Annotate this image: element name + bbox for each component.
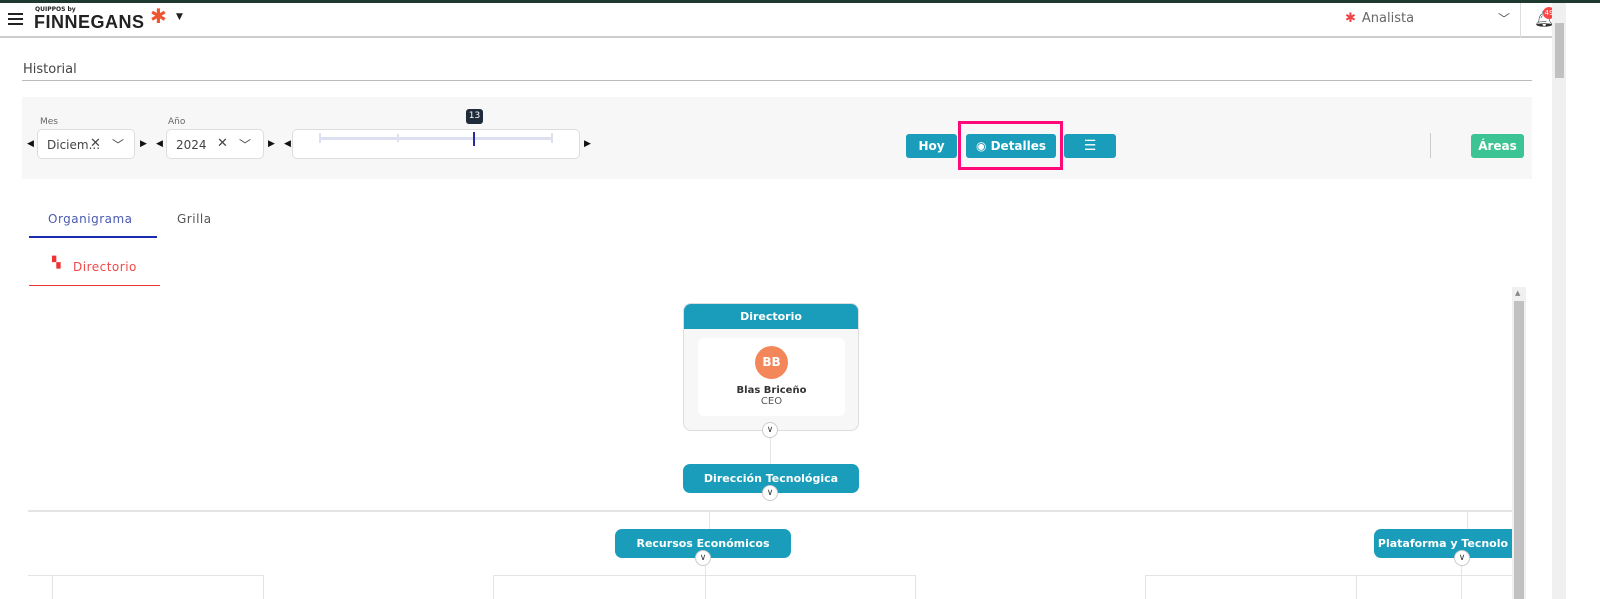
- title-divider: [22, 80, 1532, 81]
- expand-chevron-icon[interactable]: ∨: [762, 422, 778, 438]
- avatar: BB: [755, 346, 788, 379]
- active-tab-indicator: [29, 236, 157, 238]
- breadcrumb-directorio[interactable]: Directorio: [73, 260, 137, 274]
- role-label: Analista: [1361, 11, 1415, 26]
- next-year-icon[interactable]: ▶: [268, 139, 275, 149]
- month-select[interactable]: Diciem... ✕ ﹀: [37, 129, 135, 159]
- prev-slider-icon[interactable]: ◀: [284, 139, 291, 149]
- breadcrumb-underline: [29, 285, 160, 286]
- next-month-icon[interactable]: ▶: [140, 139, 147, 149]
- today-button[interactable]: Hoy: [906, 134, 957, 158]
- prev-year-icon[interactable]: ◀: [156, 139, 163, 149]
- expand-chevron-icon[interactable]: ∨: [695, 550, 711, 566]
- org-node-directorio[interactable]: Directorio BB Blas Briceño CEO: [683, 303, 859, 431]
- hamburger-menu-icon[interactable]: [8, 13, 23, 25]
- prev-month-icon[interactable]: ◀: [27, 139, 34, 149]
- logo[interactable]: FINNEGANS: [34, 12, 145, 33]
- org-node-plataforma-tecnologia[interactable]: Plataforma y Tecnolo: [1374, 529, 1512, 558]
- node-title: Directorio: [684, 304, 858, 329]
- year-select[interactable]: 2024 ✕ ﹀: [166, 129, 264, 159]
- caret-down-icon[interactable]: ▼: [176, 12, 183, 22]
- page-scrollbar[interactable]: [1552, 3, 1566, 599]
- person-role: CEO: [760, 396, 783, 407]
- person-card[interactable]: BB Blas Briceño CEO: [698, 338, 845, 416]
- role-selector[interactable]: ✱ Analista: [1345, 11, 1414, 26]
- logo-star-icon: ✱: [150, 4, 167, 28]
- chart-scrollbar[interactable]: ▲: [1512, 287, 1526, 599]
- page-title: Historial: [23, 62, 77, 77]
- tab-organigrama[interactable]: Organigrama: [48, 212, 133, 226]
- highlight-box: [958, 121, 1063, 170]
- month-label: Mes: [40, 117, 58, 127]
- expand-chevron-icon[interactable]: ∨: [1454, 550, 1470, 566]
- divider: [1520, 3, 1521, 38]
- slider-handle[interactable]: [473, 132, 475, 146]
- areas-button[interactable]: Áreas: [1471, 134, 1524, 158]
- divider: [1430, 133, 1431, 158]
- person-name: Blas Briceño: [736, 385, 807, 396]
- star-icon: ✱: [1345, 11, 1356, 26]
- day-slider[interactable]: [292, 129, 580, 159]
- org-chart-icon: ▚: [52, 256, 61, 269]
- filter-settings-button[interactable]: ☰: [1064, 134, 1116, 158]
- tab-grilla[interactable]: Grilla: [177, 212, 212, 226]
- expand-chevron-icon[interactable]: ∨: [762, 485, 778, 501]
- sliders-icon: ☰: [1083, 138, 1097, 154]
- next-slider-icon[interactable]: ▶: [584, 139, 591, 149]
- year-label: Año: [168, 117, 186, 127]
- app-header: [0, 3, 1552, 38]
- chevron-down-icon[interactable]: ﹀: [1498, 10, 1510, 27]
- slider-value-tooltip: 13: [466, 109, 483, 124]
